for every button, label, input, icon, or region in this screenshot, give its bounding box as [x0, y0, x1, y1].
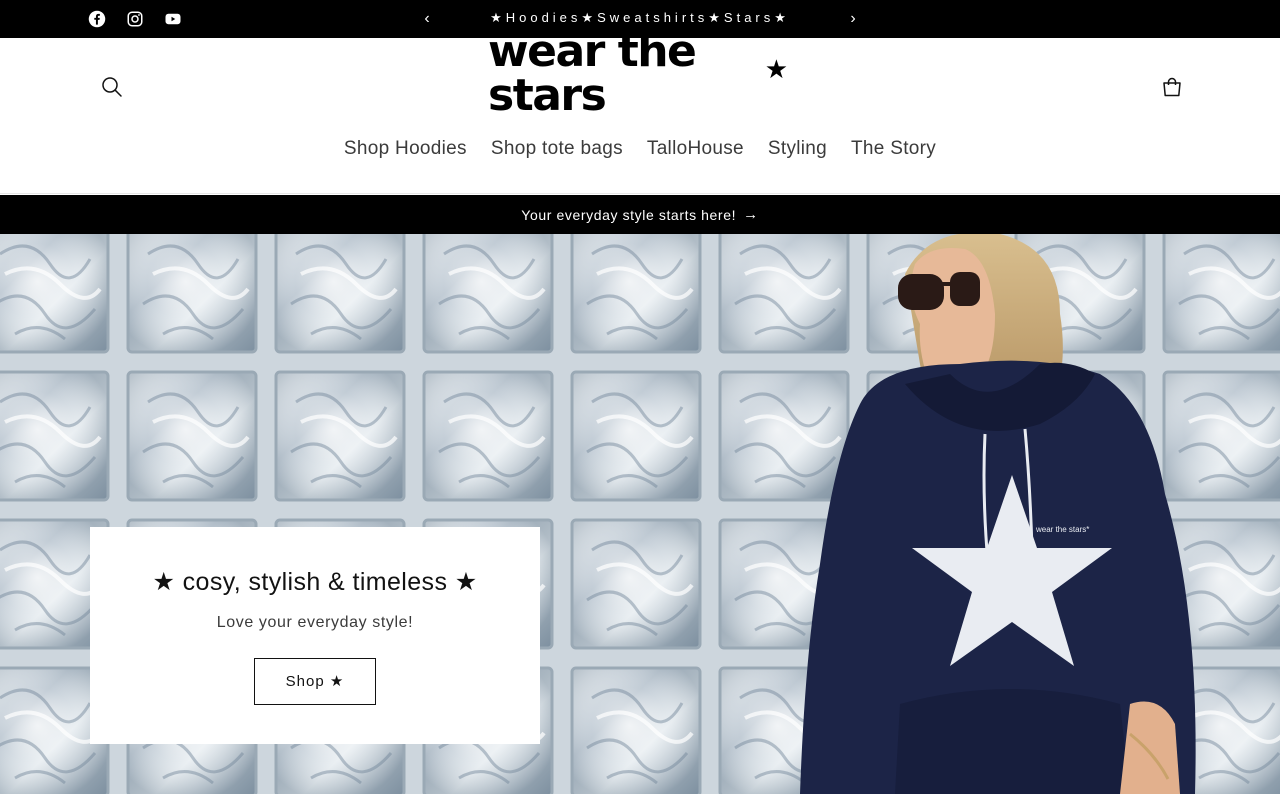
logo-star-icon: ★ — [764, 54, 788, 84]
page-below-fold — [0, 794, 1280, 800]
search-icon[interactable] — [92, 67, 132, 107]
nav-shop-hoodies[interactable]: Shop Hoodies — [332, 138, 479, 160]
hoodie-print-text: wear the stars* — [1035, 525, 1089, 534]
site-logo[interactable]: wear the stars ★ — [488, 30, 798, 118]
shop-button[interactable]: Shop ★ — [254, 658, 376, 705]
nav-tallohouse[interactable]: TalloHouse — [635, 138, 756, 160]
hero-headline: ★ cosy, stylish & timeless ★ — [152, 568, 478, 596]
nav-styling[interactable]: Styling — [756, 138, 839, 160]
hero-subtext: Love your everyday style! — [216, 614, 414, 631]
nav-shop-tote-bags[interactable]: Shop tote bags — [479, 138, 635, 160]
nav-the-story[interactable]: The Story — [839, 138, 948, 160]
logo-text: wear the stars — [488, 26, 697, 121]
youtube-icon[interactable] — [163, 9, 183, 29]
promo-text: Your everyday style starts here! — [521, 206, 737, 223]
instagram-icon[interactable] — [125, 9, 145, 29]
promo-bar-link[interactable]: Your everyday style starts here! → — [0, 195, 1280, 234]
arrow-right-icon: → — [743, 206, 759, 223]
announcement-next-button[interactable]: › — [842, 8, 864, 30]
cart-icon[interactable] — [1152, 67, 1192, 107]
announcement-text: ★Hoodies★Sweatshirts★Stars★ — [490, 10, 790, 25]
announcement-prev-button[interactable]: ‹ — [416, 8, 438, 30]
site-header: wear the stars ★ Shop Hoodies Shop tote … — [0, 30, 1280, 194]
facebook-icon[interactable] — [87, 9, 107, 29]
hero-text-card: ★ cosy, stylish & timeless ★ Love your e… — [90, 527, 540, 744]
hero-banner: wear the stars* ★ cosy, stylish & timele… — [0, 234, 1280, 794]
main-navigation: Shop Hoodies Shop tote bags TalloHouse S… — [0, 138, 1280, 160]
